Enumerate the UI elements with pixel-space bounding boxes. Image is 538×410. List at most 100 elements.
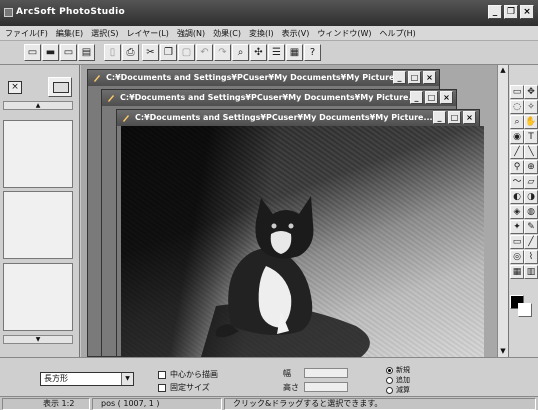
app-icon[interactable] [4, 8, 13, 17]
document-title-bar[interactable]: C:¥Documents and Settings¥PCuser¥My Docu… [102, 90, 456, 106]
magic-wand-icon[interactable]: ✧ [524, 100, 538, 114]
radio-icon[interactable] [386, 386, 393, 394]
document-window-controls: _ □ × [410, 91, 453, 104]
menu-enhance[interactable]: 強調(N) [174, 26, 210, 40]
document-title-bar[interactable]: C:¥Documents and Settings¥PCuser¥My Docu… [88, 70, 439, 86]
radio-icon[interactable] [386, 376, 393, 384]
close-icon[interactable]: × [440, 91, 453, 104]
menu-edit[interactable]: 編集(E) [53, 26, 88, 40]
fill-icon[interactable]: ◈ [510, 205, 524, 219]
close-panel-icon[interactable]: × [8, 81, 22, 94]
checkbox-icon[interactable] [158, 370, 166, 379]
restore-icon[interactable]: ❐ [504, 5, 518, 19]
maximize-icon[interactable]: □ [425, 91, 438, 104]
gradient-icon[interactable]: ◍ [524, 205, 538, 219]
new-file-icon[interactable]: ▭ [24, 44, 41, 61]
warp-icon[interactable]: ⌇ [524, 250, 538, 264]
eyedropper-icon[interactable]: ✎ [524, 220, 538, 234]
print-icon[interactable]: ⎙ [122, 44, 139, 61]
menu-file[interactable]: ファイル(F) [2, 26, 53, 40]
menu-view[interactable]: 表示(V) [279, 26, 315, 40]
layer-slot[interactable] [3, 120, 73, 188]
crop-icon[interactable]: ✣ [250, 44, 267, 61]
hand-icon[interactable]: ✋ [524, 115, 538, 129]
smudge-icon[interactable]: 〜 [510, 175, 524, 189]
minimize-icon[interactable]: _ [488, 5, 502, 19]
panel-scroll-up-icon[interactable]: ▲ [3, 101, 73, 110]
vertical-scrollbar[interactable]: ▲ ▼ [497, 65, 508, 357]
zoom-icon[interactable]: ⌕ [232, 44, 249, 61]
red-eye-icon[interactable]: ◎ [510, 250, 524, 264]
lasso-icon[interactable]: ◌ [510, 100, 524, 114]
close-icon[interactable]: × [463, 111, 476, 124]
menu-effects[interactable]: 効果(C) [210, 26, 246, 40]
image-canvas[interactable] [121, 126, 484, 357]
blank-icon[interactable]: ▯ [104, 44, 121, 61]
menu-transform[interactable]: 変換(I) [246, 26, 279, 40]
layer-button[interactable] [48, 77, 72, 97]
menu-layer[interactable]: レイヤー(L) [123, 26, 173, 40]
scanner-icon[interactable]: ▭ [60, 44, 77, 61]
text-icon[interactable]: T [524, 130, 538, 144]
width-field[interactable] [304, 368, 348, 378]
cat-photo [201, 196, 370, 357]
zoom-tool-icon[interactable]: ⌕ [510, 115, 524, 129]
cut-icon[interactable]: ✂ [142, 44, 159, 61]
panel-scroll-down-icon[interactable]: ▼ [3, 335, 73, 344]
document-title: C:¥Documents and Settings¥PCuser¥My Docu… [135, 113, 433, 122]
mode-new-radio[interactable]: 新規 [386, 365, 410, 375]
close-icon[interactable]: × [520, 5, 534, 19]
pencil-icon[interactable]: ╱ [510, 145, 524, 159]
burn-icon[interactable]: ◑ [524, 190, 538, 204]
menu-help[interactable]: ヘルプ(H) [376, 26, 420, 40]
selection-shape-dropdown[interactable]: 長方形 ▼ [40, 372, 134, 386]
status-message: クリック&ドラッグすると選択できます。 [224, 398, 536, 410]
maximize-icon[interactable]: □ [408, 71, 421, 84]
fixed-size-checkbox[interactable]: 固定サイズ [158, 382, 210, 393]
checkbox-icon[interactable] [158, 383, 166, 392]
undo-icon[interactable]: ↶ [196, 44, 213, 61]
mode-subtract-radio[interactable]: 減算 [386, 385, 410, 395]
height-field[interactable] [304, 382, 348, 392]
copy-icon[interactable]: ❐ [160, 44, 177, 61]
menu-window[interactable]: ウィンドウ(W) [314, 26, 376, 40]
minimize-icon[interactable]: _ [433, 111, 446, 124]
chevron-down-icon[interactable]: ▼ [121, 373, 133, 385]
sponge-icon[interactable]: ◐ [510, 190, 524, 204]
line-icon[interactable]: ╱ [524, 235, 538, 249]
close-icon[interactable]: × [423, 71, 436, 84]
airbrush-icon[interactable]: ⚲ [510, 160, 524, 174]
scroll-down-icon[interactable]: ▼ [498, 346, 508, 357]
layer-slot[interactable] [3, 191, 73, 259]
save-icon[interactable]: ▤ [78, 44, 95, 61]
rect-select-icon[interactable]: ▭ [510, 85, 524, 99]
scroll-up-icon[interactable]: ▲ [498, 65, 508, 76]
help-icon[interactable]: ? [304, 44, 321, 61]
radio-selected-icon[interactable] [386, 366, 393, 374]
minimize-icon[interactable]: _ [393, 71, 406, 84]
document-title-bar[interactable]: C:¥Documents and Settings¥PCuser¥My Docu… [117, 110, 479, 126]
layer-slot[interactable] [3, 263, 73, 331]
album-icon[interactable]: ▦ [286, 44, 303, 61]
brush-tool-icon[interactable]: ╲ [524, 145, 538, 159]
shape-rect-icon[interactable]: ▭ [510, 235, 524, 249]
position-status: pos ( 1007, 1 ) [92, 398, 222, 410]
stamp-icon[interactable]: ✦ [510, 220, 524, 234]
menu-select[interactable]: 選択(S) [88, 26, 123, 40]
draw-from-center-checkbox[interactable]: 中心から描画 [158, 369, 218, 380]
redo-icon[interactable]: ↷ [214, 44, 231, 61]
eye-icon[interactable]: ◉ [510, 130, 524, 144]
maximize-icon[interactable]: □ [448, 111, 461, 124]
paste-icon[interactable]: ▢ [178, 44, 195, 61]
background-color-icon[interactable] [518, 303, 532, 317]
eraser-icon[interactable]: ▱ [524, 175, 538, 189]
open-folder-icon[interactable]: ▬ [42, 44, 59, 61]
move-icon[interactable]: ✥ [524, 85, 538, 99]
mode-add-radio[interactable]: 追加 [386, 375, 410, 385]
gauge-icon[interactable]: ▥ [524, 265, 538, 279]
minimize-icon[interactable]: _ [410, 91, 423, 104]
properties-icon[interactable]: ☰ [268, 44, 285, 61]
clone-icon[interactable]: ⊕ [524, 160, 538, 174]
grid-icon[interactable]: ▦ [510, 265, 524, 279]
mode-add-label: 追加 [396, 376, 410, 384]
